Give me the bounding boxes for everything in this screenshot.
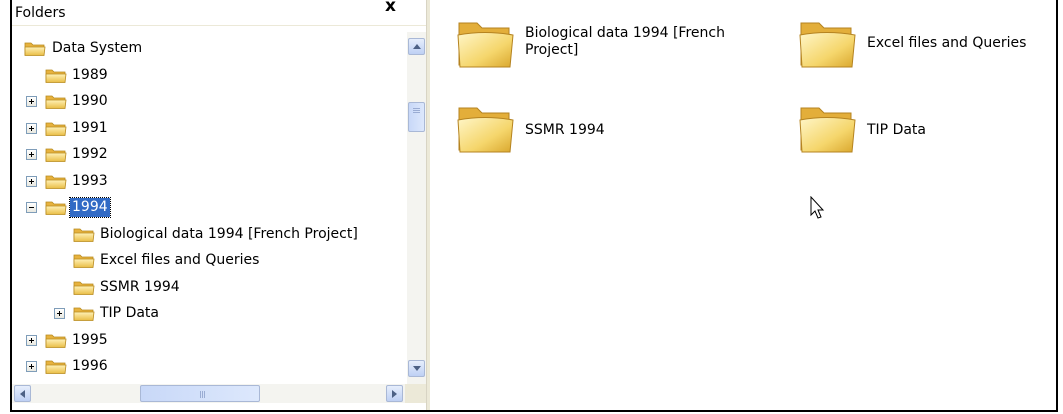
tree-item[interactable]: 1996 bbox=[12, 354, 405, 380]
folder-icon bbox=[73, 305, 95, 322]
tree-item-label: 1993 bbox=[72, 172, 108, 189]
tree-item[interactable]: 1992 bbox=[12, 142, 405, 168]
folder-icon bbox=[797, 100, 857, 156]
content-folder-item[interactable]: TIP Data bbox=[797, 100, 1056, 170]
folder-icon bbox=[73, 226, 95, 243]
explorer-window: Folders x Data System 1989 1990 1991 1992 199… bbox=[10, 0, 1058, 412]
folder-icon bbox=[45, 120, 67, 137]
folders-pane-title: Folders bbox=[15, 5, 66, 21]
tree-item-label: Excel files and Queries bbox=[100, 252, 260, 268]
folders-pane-header: Folders x bbox=[12, 0, 426, 26]
tree-item-label: 1991 bbox=[72, 119, 108, 136]
tree-item[interactable]: SSMR 1994 bbox=[12, 275, 405, 301]
horizontal-scroll-thumb[interactable] bbox=[140, 385, 260, 402]
content-folder-item[interactable]: SSMR 1994 bbox=[455, 100, 775, 170]
folder-icon bbox=[45, 93, 67, 110]
mouse-pointer-icon bbox=[810, 196, 825, 219]
tree-item-label: TIP Data bbox=[100, 305, 160, 321]
plus-box-icon[interactable] bbox=[26, 122, 37, 134]
content-folder-item[interactable]: Biological data 1994 [French Project] bbox=[455, 15, 775, 85]
scroll-up-button[interactable] bbox=[408, 38, 425, 55]
folder-icon bbox=[73, 279, 95, 296]
folder-tree: Data System 1989 1990 1991 1992 1993 1994 Biolo… bbox=[12, 32, 405, 384]
plus-box-icon[interactable] bbox=[54, 308, 65, 319]
arrow-up-icon bbox=[412, 44, 421, 49]
content-folder-label: SSMR 1994 bbox=[525, 122, 605, 138]
folder-icon bbox=[45, 199, 67, 216]
content-folder-label: Biological data 1994 [French Project] bbox=[525, 25, 725, 58]
tree-item[interactable]: Data System bbox=[12, 36, 405, 62]
plus-box-icon[interactable] bbox=[26, 96, 37, 107]
arrow-right-icon bbox=[392, 389, 397, 398]
scroll-right-button[interactable] bbox=[386, 385, 403, 402]
tree-item[interactable]: TIP Data bbox=[12, 301, 405, 327]
folder-icon bbox=[73, 252, 95, 269]
tree-item[interactable]: 1991 bbox=[12, 116, 405, 142]
folder-icon bbox=[24, 40, 46, 57]
folder-icon bbox=[45, 67, 67, 84]
arrow-left-icon bbox=[20, 389, 25, 398]
folders-pane: Folders x Data System 1989 1990 1991 1992 199… bbox=[12, 0, 426, 410]
scroll-down-button[interactable] bbox=[408, 360, 425, 377]
content-folder-label: TIP Data bbox=[867, 122, 927, 138]
tree-item[interactable]: 1993 bbox=[12, 169, 405, 195]
tree-item[interactable]: 1990 bbox=[12, 89, 405, 115]
grip-icon bbox=[200, 391, 201, 398]
folder-icon bbox=[45, 358, 67, 375]
tree-item[interactable]: Excel files and Queries bbox=[12, 248, 405, 274]
scroll-left-button[interactable] bbox=[14, 385, 31, 402]
tree-item-label: SSMR 1994 bbox=[100, 278, 180, 295]
tree-item[interactable]: Biological data 1994 [French Project] bbox=[12, 222, 405, 248]
tree-item[interactable]: 1994 bbox=[12, 195, 405, 221]
content-folder-item[interactable]: Excel files and Queries bbox=[797, 15, 1056, 85]
folder-icon bbox=[45, 332, 67, 349]
folder-icon bbox=[45, 173, 67, 190]
close-pane-button[interactable]: x bbox=[385, 0, 396, 15]
folder-icon bbox=[45, 146, 67, 163]
tree-item[interactable]: 1995 bbox=[12, 328, 405, 354]
grip-icon bbox=[413, 108, 420, 109]
vertical-scroll-thumb[interactable] bbox=[408, 102, 425, 132]
tree-item[interactable]: 1989 bbox=[12, 63, 405, 89]
tree-item-label: 1989 bbox=[72, 66, 108, 83]
scrollbar-corner bbox=[405, 384, 426, 403]
vertical-scrollbar[interactable] bbox=[407, 32, 426, 384]
tree-item-label: Data System bbox=[52, 40, 143, 56]
minus-box-icon[interactable] bbox=[26, 202, 37, 213]
tree-item-label: 1992 bbox=[72, 146, 108, 162]
plus-box-icon[interactable] bbox=[26, 334, 37, 346]
folder-icon bbox=[797, 15, 857, 71]
folder-icon bbox=[455, 15, 515, 71]
plus-box-icon[interactable] bbox=[26, 361, 37, 372]
tree-item-label: Biological data 1994 [French Project] bbox=[100, 225, 358, 242]
tree-item-label: 1994 bbox=[69, 197, 111, 218]
plus-box-icon[interactable] bbox=[26, 175, 37, 187]
plus-box-icon[interactable] bbox=[26, 149, 37, 160]
tree-item-label: 1995 bbox=[72, 331, 108, 348]
tree-item-label: 1996 bbox=[72, 358, 108, 374]
content-folder-label: Excel files and Queries bbox=[867, 35, 1027, 51]
tree-item-label: 1990 bbox=[72, 93, 108, 109]
arrow-down-icon bbox=[412, 366, 421, 371]
content-pane: Biological data 1994 [French Project] Ex… bbox=[430, 0, 1056, 410]
horizontal-scrollbar[interactable] bbox=[12, 384, 405, 403]
folder-icon bbox=[455, 100, 515, 156]
